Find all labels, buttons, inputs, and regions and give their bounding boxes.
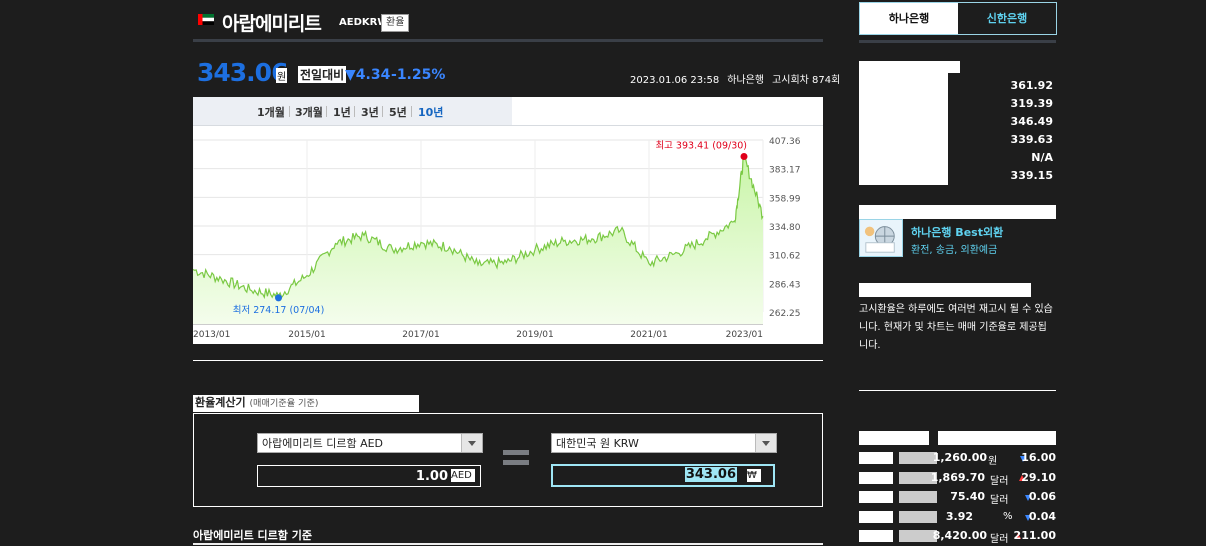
from-amount-input[interactable]: 1.00 AED: [257, 465, 481, 487]
right-divider-2: [859, 390, 1056, 391]
to-amount-input[interactable]: 343.06 ₩: [551, 464, 775, 487]
rate-row: 361.92: [859, 77, 1056, 95]
globe-currency-icon[interactable]: [859, 219, 903, 257]
chart-tabs-blank: [512, 97, 823, 125]
promo-header-redacted: [859, 205, 1056, 219]
low-label: 최저 274.17 (07/04): [233, 305, 325, 316]
cross-header-redacted-2: [938, 431, 1056, 445]
x-tick-label: 2019/01: [516, 330, 553, 340]
low-marker: [275, 294, 282, 302]
high-label: 최고 393.41 (09/30): [655, 141, 747, 152]
high-marker: [740, 153, 748, 161]
chevron-down-icon: [755, 434, 776, 452]
to-unit: ₩: [747, 469, 761, 482]
tab-5year[interactable]: 5년: [389, 104, 407, 120]
x-tick-label: 2021/01: [630, 330, 667, 340]
rate-row: 346.49: [859, 113, 1056, 131]
y-tick-label: 262.25: [769, 309, 801, 319]
y-tick-label: 286.43: [769, 280, 801, 290]
base-currency-title: 아랍에미리트 디르함 기준: [193, 529, 312, 542]
y-tick-label: 358.99: [769, 194, 801, 204]
right-divider: [859, 40, 1056, 43]
chevron-down-icon: [461, 434, 482, 452]
tab-1month[interactable]: 1개월: [257, 104, 285, 120]
from-unit: AED: [451, 469, 475, 482]
bank-tabs: 하나은행 신한은행: [859, 2, 1057, 35]
rate-row: N/A: [859, 149, 1056, 167]
promo-subtitle-link[interactable]: 환전, 송금, 외환예금: [911, 241, 997, 256]
uae-flag-icon: [198, 14, 214, 25]
tab-10year[interactable]: 10년: [418, 104, 443, 120]
tab-3month[interactable]: 3개월: [295, 104, 323, 120]
tab-3year[interactable]: 3년: [361, 104, 379, 120]
notice-text: 고시환율은 하루에도 여러번 재고시 될 수 있습니다. 현재가 및 차트는 매…: [859, 304, 1053, 351]
page-title: 아랍에미리트: [222, 13, 322, 35]
rate-row: 339.15: [859, 167, 1056, 185]
tab-shinhan-bank[interactable]: 신한은행: [958, 3, 1056, 34]
rates-header-redacted: [859, 61, 960, 73]
cross-rate-row: 8,420.00 달러 211.00: [859, 527, 1056, 546]
price-unit: 원: [276, 68, 288, 83]
y-tick-label: 383.17: [769, 166, 801, 176]
section-divider: [193, 360, 823, 361]
y-tick-label: 310.62: [769, 252, 801, 262]
cross-rate-row: 75.40 달러 0.06: [859, 488, 1056, 507]
cross-rate-row: 3.92% 0.04: [859, 508, 1056, 527]
x-tick-label: 2015/01: [288, 330, 325, 340]
promo-title-link[interactable]: 하나은행 Best외환: [911, 224, 1003, 240]
rate-row: 319.39: [859, 95, 1056, 113]
from-currency-select[interactable]: 아랍에미리트 디르함 AED: [257, 433, 483, 453]
header-divider: [193, 39, 823, 42]
price-change-percent: -1.25%: [391, 67, 446, 83]
quote-bank: 하나은행: [727, 75, 765, 86]
calculator-title: 환율계산기 (매매기준율 기준): [193, 395, 419, 412]
price-change: ▼4.34: [345, 67, 391, 83]
exchange-chip-button[interactable]: 환율: [381, 14, 410, 32]
cross-header-redacted: [859, 431, 929, 445]
quote-timestamp: 2023.01.06 23:58 하나은행 고시회차 874회: [630, 71, 848, 86]
tab-1year[interactable]: 1년: [333, 104, 351, 120]
compare-label: 전일대비: [298, 66, 347, 83]
y-tick-label: 334.80: [769, 223, 801, 233]
x-tick-label: 2017/01: [402, 330, 439, 340]
equals-icon: [503, 450, 529, 466]
x-tick-label: 2023/01: [726, 330, 763, 340]
x-tick-label: 2013/01: [193, 330, 230, 340]
exchange-rate-chart: 407.36 383.17 358.99 334.80 310.62 286.43 262.…: [193, 137, 801, 340]
current-price: 343.06: [197, 58, 288, 87]
quote-date: 2023.01.06 23:58: [630, 75, 720, 86]
notice-header-redacted: [859, 283, 1031, 297]
tab-hana-bank[interactable]: 하나은행: [860, 3, 958, 34]
cross-rate-row: 1,260.00 원 16.00: [859, 449, 1056, 468]
to-currency-select[interactable]: 대한민국 원 KRW: [551, 433, 777, 453]
quote-round: 고시회차 874회: [772, 75, 841, 86]
cross-rate-row: 1,869.70 달러 29.10: [859, 469, 1056, 488]
y-tick-label: 407.36: [769, 137, 801, 147]
rate-row: 339.63: [859, 131, 1056, 149]
